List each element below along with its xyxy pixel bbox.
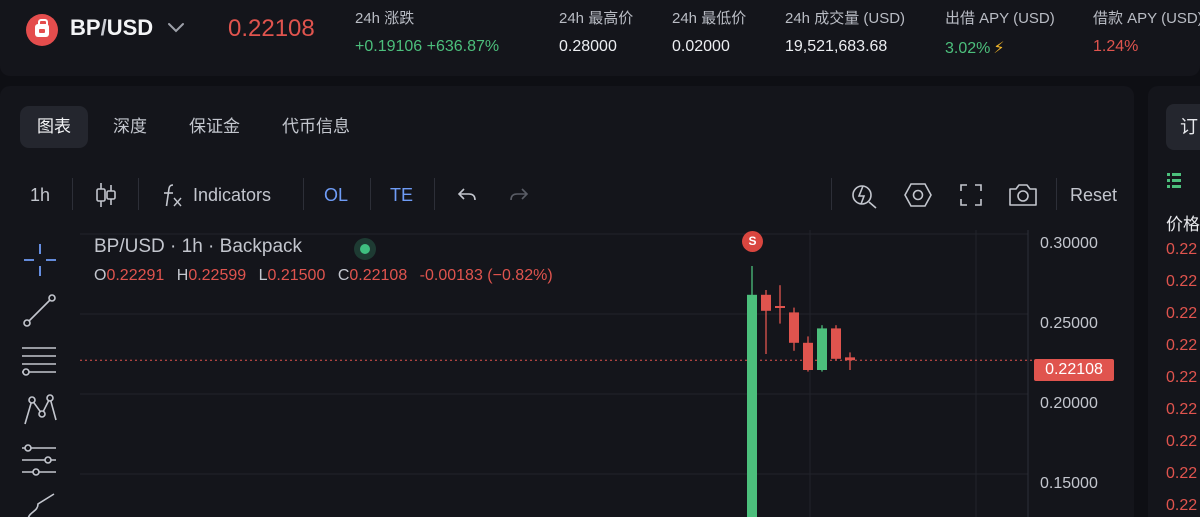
chart-legend-title: BP/USD · 1h · Backpack — [94, 236, 303, 257]
orderbook-row[interactable]: 0.22 — [1166, 433, 1197, 451]
tab-chart[interactable]: 图表 — [20, 106, 88, 148]
ohlc-legend: O0.22291 H0.22599 L0.21500 C0.22108 -0.0… — [94, 267, 561, 285]
orderbook-row[interactable]: 0.22 — [1166, 497, 1197, 515]
candle-type-icon[interactable] — [94, 181, 118, 209]
ohlc-key: C — [337, 267, 350, 284]
candle-body — [845, 357, 855, 361]
y-tick-label: 0.30000 — [1040, 235, 1098, 252]
toolbar-divider — [1056, 178, 1057, 210]
live-status-dot — [354, 238, 376, 260]
candle-body — [803, 342, 813, 370]
candle-body — [831, 328, 841, 359]
toolbar-divider — [831, 178, 832, 210]
stat-lend-apy: 出借 APY (USD) 3.02% ⚡ — [945, 7, 1055, 58]
orderbook-row[interactable]: 0.22 — [1166, 337, 1197, 355]
tab-depth[interactable]: 深度 — [96, 106, 164, 148]
ohlc-key: L — [258, 267, 268, 284]
pair-quote: USD — [106, 15, 154, 40]
ol-button[interactable]: OL — [324, 178, 348, 212]
redo-icon[interactable] — [508, 185, 530, 205]
ohlc-key: H — [176, 267, 189, 284]
ohlc-change: -0.00183 (−0.82%) — [419, 267, 553, 284]
pattern-icon[interactable] — [18, 390, 62, 430]
orderbook-row[interactable]: 0.22 — [1166, 465, 1197, 483]
chart-tabs: 图表 深度 保证金 代币信息 — [20, 106, 367, 148]
trend-line-icon[interactable] — [18, 290, 62, 330]
orderbook-panel — [1148, 86, 1200, 517]
ohlc-low: 0.21500 — [267, 267, 326, 284]
stat-label: 24h 涨跌 — [355, 10, 415, 27]
function-icon[interactable] — [160, 182, 184, 210]
orderbook-row[interactable]: 0.22 — [1166, 241, 1197, 259]
y-tick-label: 0.15000 — [1040, 475, 1098, 492]
tab-margin[interactable]: 保证金 — [172, 106, 257, 148]
te-button[interactable]: TE — [390, 178, 413, 212]
orderbook-row[interactable]: 0.22 — [1166, 305, 1197, 323]
ohlc-open: 0.22291 — [106, 267, 165, 284]
orderbook-price-header: 价格 — [1166, 215, 1200, 234]
pair-base: BP — [70, 15, 101, 40]
fib-lines-icon[interactable] — [18, 440, 62, 480]
pair-selector[interactable]: BP/USD — [70, 15, 153, 41]
market-header: BP/USD 0.22108 24h 涨跌 +0.19106 +636.87% … — [0, 0, 1200, 76]
last-price-tag: 0.22108 — [1034, 359, 1114, 381]
chevron-down-icon[interactable] — [166, 20, 186, 36]
lightning-icon[interactable]: ⚡ — [993, 38, 1004, 58]
candle-body — [775, 306, 785, 308]
orderbook-row[interactable]: 0.22 — [1166, 401, 1197, 419]
hexagon-settings-icon[interactable] — [903, 181, 933, 209]
stat-value: 1.24% — [1093, 38, 1139, 55]
brush-icon[interactable] — [18, 490, 62, 517]
sell-signal-badge[interactable]: S — [742, 231, 763, 252]
ohlc-close: 0.22108 — [349, 267, 408, 284]
stat-label: 出借 APY (USD) — [945, 10, 1055, 27]
chart-settings-icon[interactable] — [850, 181, 878, 209]
stat-label: 24h 最高价 — [559, 10, 634, 27]
stat-value: 0.28000 — [559, 38, 617, 55]
y-tick-label: 0.20000 — [1040, 395, 1098, 412]
ohlc-high: 0.22599 — [188, 267, 247, 284]
indicators-button[interactable]: Indicators — [193, 178, 271, 212]
candle-body — [789, 312, 799, 343]
stat-value: +0.19106 +636.87% — [355, 38, 500, 55]
stat-label: 24h 最低价 — [672, 10, 747, 27]
stat-24h-low: 24h 最低价 0.02000 — [672, 7, 746, 56]
interval-button[interactable]: 1h — [30, 178, 50, 212]
camera-icon[interactable] — [1008, 182, 1038, 208]
ohlc-key: O — [94, 267, 107, 284]
toolbar-divider — [138, 178, 139, 210]
stat-24h-volume: 24h 成交量 (USD) 19,521,683.68 — [785, 7, 905, 56]
stat-value: 0.02000 — [672, 38, 730, 55]
stat-borrow-apy: 借款 APY (USD) 1.24% — [1093, 7, 1200, 56]
toolbar-divider — [434, 178, 435, 210]
last-price: 0.22108 — [228, 15, 315, 42]
crosshair-icon[interactable] — [18, 240, 62, 280]
stat-value-wrap: 3.02% ⚡ — [945, 38, 1055, 58]
fullscreen-icon[interactable] — [959, 183, 983, 207]
toolbar-divider — [303, 178, 304, 210]
candle-body — [817, 328, 827, 370]
orderbook-tab[interactable]: 订 — [1166, 104, 1200, 150]
orderbook-row[interactable]: 0.22 — [1166, 369, 1197, 387]
candle-body — [761, 294, 771, 311]
stat-label: 24h 成交量 (USD) — [785, 10, 906, 27]
toolbar-divider — [370, 178, 371, 210]
toolbar-divider — [72, 178, 73, 210]
tab-token-info[interactable]: 代币信息 — [265, 106, 367, 148]
stat-value: 3.02% — [945, 40, 991, 57]
horizontal-lines-icon[interactable] — [18, 340, 62, 380]
undo-icon[interactable] — [456, 185, 478, 205]
stat-24h-high: 24h 最高价 0.28000 — [559, 7, 633, 56]
orderbook-layout-icon[interactable] — [1166, 172, 1182, 190]
orderbook-row[interactable]: 0.22 — [1166, 273, 1197, 291]
stat-value: 19,521,683.68 — [785, 38, 888, 55]
stat-label: 借款 APY (USD) — [1093, 10, 1200, 27]
token-logo — [26, 14, 58, 46]
candle-body — [747, 294, 757, 517]
stat-24h-change: 24h 涨跌 +0.19106 +636.87% — [355, 7, 499, 56]
y-tick-label: 0.25000 — [1040, 315, 1098, 332]
reset-button[interactable]: Reset — [1070, 178, 1117, 212]
chart-toolbar: 1h Indicators OL TE Reset — [0, 178, 1134, 212]
